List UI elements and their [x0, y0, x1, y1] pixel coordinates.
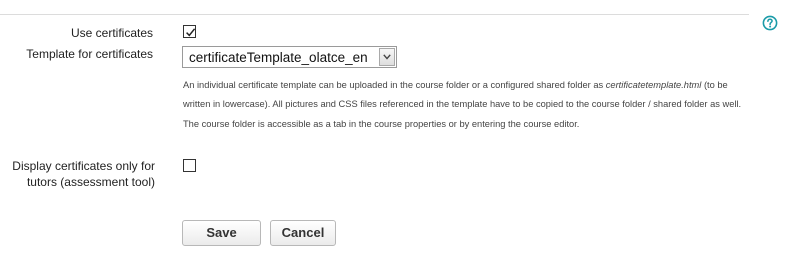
checkmark-icon	[186, 28, 196, 37]
template-select-value: certificateTemplate_olatce_en	[189, 50, 368, 65]
section-divider	[0, 14, 749, 15]
hint-text-part1: An individual certificate template can b…	[183, 80, 604, 90]
use-certificates-label: Use certificates	[70, 26, 153, 40]
hint-filename: certificatetemplate.html	[605, 80, 702, 90]
display-tutors-only-checkbox[interactable]	[183, 159, 196, 172]
display-tutors-only-label-line1: Display certificates only for	[12, 159, 155, 173]
template-hint: An individual certificate template can b…	[183, 76, 743, 134]
template-select[interactable]: certificateTemplate_olatce_en	[182, 46, 397, 68]
help-icon[interactable]	[762, 15, 778, 31]
chevron-down-icon	[383, 54, 391, 60]
template-label: Template for certificates	[26, 47, 153, 61]
display-tutors-only-label: Display certificates only for tutors (ass…	[0, 158, 155, 190]
use-certificates-checkbox[interactable]	[183, 25, 196, 38]
save-button[interactable]: Save	[182, 220, 261, 246]
dropdown-button[interactable]	[379, 48, 395, 66]
display-tutors-only-label-line2: tutors (assessment tool)	[26, 175, 155, 189]
cancel-button[interactable]: Cancel	[270, 220, 336, 246]
